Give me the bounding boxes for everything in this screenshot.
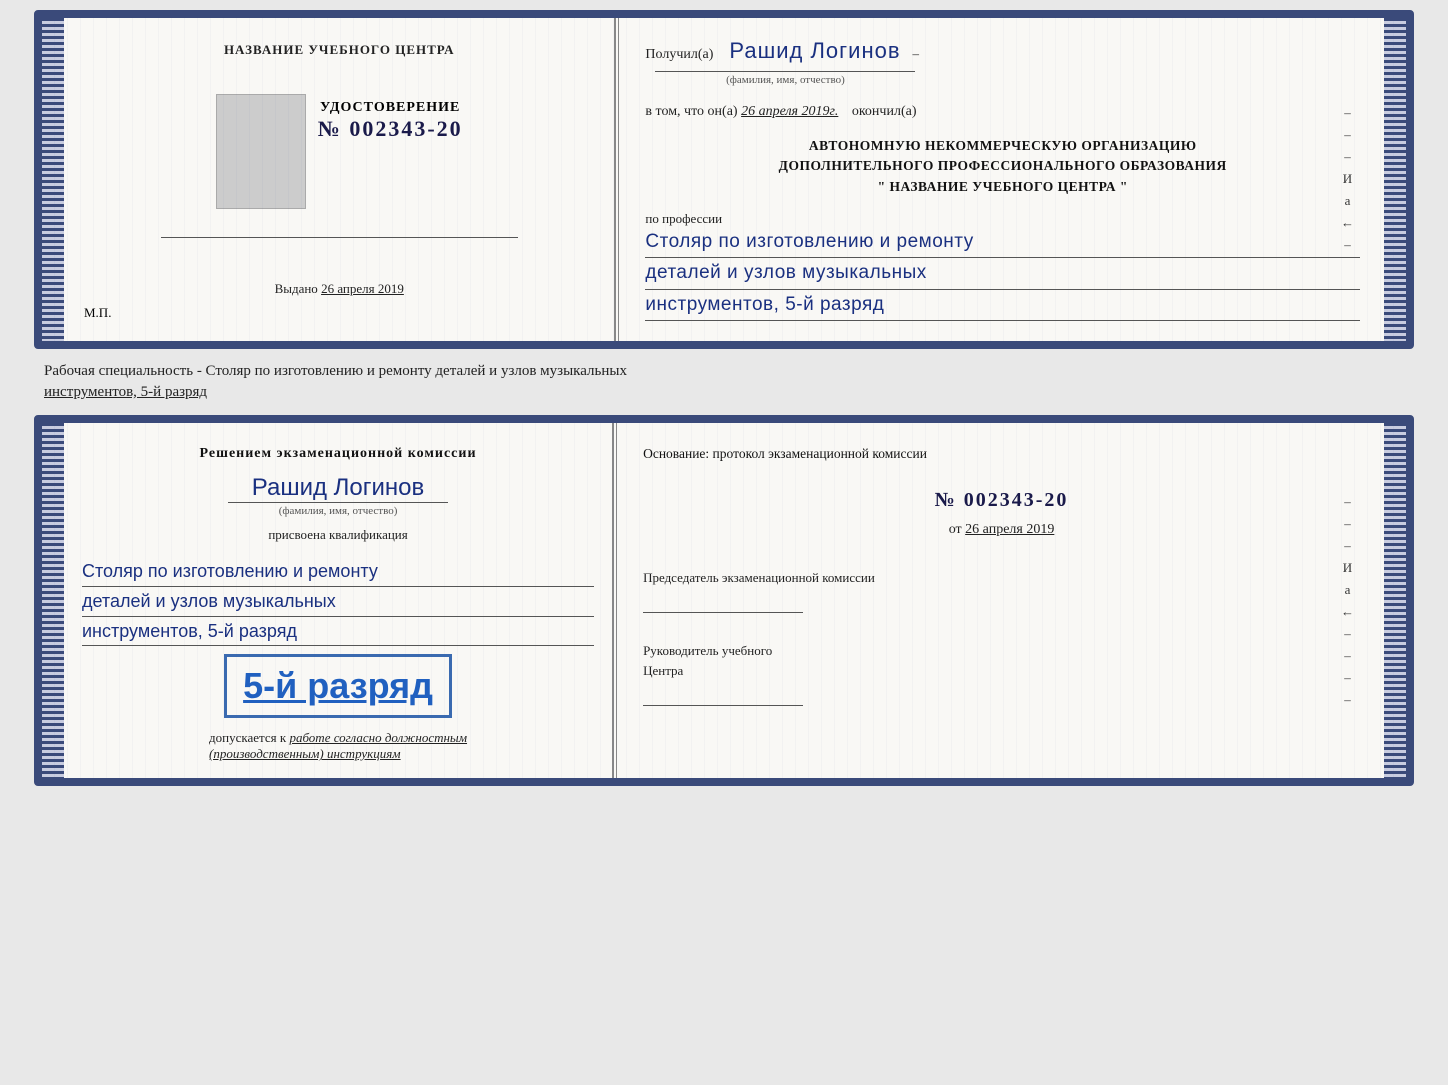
right-marks-2: – – – И а ← – – – –: [1341, 494, 1354, 708]
profession-block-1: по профессии Столяр по изготовлению и ре…: [645, 211, 1360, 321]
specialty-text: Рабочая специальность - Столяр по изгото…: [34, 357, 1414, 407]
tsentra-label: Центра: [643, 661, 1360, 681]
card-divider: [618, 18, 619, 341]
issued-line: Выдано 26 апреля 2019: [275, 261, 404, 297]
osnov-label: Основание: протокол экзаменационной коми…: [643, 446, 927, 461]
org-block: АВТОНОМНУЮ НЕКОММЕРЧЕСКУЮ ОРГАНИЗАЦИЮ ДО…: [645, 136, 1360, 197]
dopusk-prefix: допускается к: [209, 730, 286, 745]
vtom-row: в том, что он(а) 26 апреля 2019г. окончи…: [645, 104, 1360, 120]
dopusk-block: допускается к работе согласно должностны…: [209, 730, 467, 762]
card2-left-panel: Решением экзаменационной комиссии Рашид …: [64, 423, 614, 778]
prof-line3-1: инструментов, 5-й разряд: [645, 290, 1360, 321]
specialty-prefix: Рабочая специальность - Столяр по изгото…: [44, 363, 627, 379]
card-divider-2: [616, 423, 617, 778]
school-name-title: НАЗВАНИЕ УЧЕБНОГО ЦЕНТРА: [224, 42, 455, 58]
person-name-2: Рашид Логинов: [252, 474, 425, 502]
osnov-block: Основание: протокол экзаменационной коми…: [643, 443, 1360, 465]
big-rank-box: 5-й разряд: [224, 654, 452, 718]
card1-left-panel: НАЗВАНИЕ УЧЕБНОГО ЦЕНТРА УДОСТОВЕРЕНИЕ №…: [64, 18, 616, 341]
chairman-block: Председатель экзаменационной комиссии: [643, 568, 1360, 620]
received-label: Получил(а): [645, 47, 713, 63]
right-marks-1: – – – И а ← –: [1341, 105, 1354, 253]
decision-label: Решением экзаменационной комиссии: [200, 443, 477, 464]
issued-date: 26 апреля 2019: [321, 281, 404, 296]
protocol-number: № 002343-20: [643, 489, 1360, 512]
issued-label: Выдано: [275, 281, 318, 296]
rukovoditel-block: Руководитель учебного Центра: [643, 641, 1360, 712]
ot-date-val: 26 апреля 2019: [965, 522, 1054, 537]
chairman-label: Председатель экзаменационной комиссии: [643, 568, 1360, 588]
rukovoditel-label: Руководитель учебного: [643, 641, 1360, 661]
vtom-prefix: в том, что он(а): [645, 104, 737, 119]
prof-line1-1: Столяр по изготовлению и ремонту: [645, 227, 1360, 258]
cert-block: УДОСТОВЕРЕНИЕ № 002343-20: [318, 100, 463, 142]
chairman-signature: [643, 593, 803, 613]
qual-line1: Столяр по изготовлению и ремонту: [82, 557, 594, 587]
mp-line: М.П.: [84, 305, 111, 321]
left-binding-edge: [42, 18, 64, 341]
vtom-suffix: окончил(а): [852, 104, 917, 119]
org-line2: ДОПОЛНИТЕЛЬНОГО ПРОФЕССИОНАЛЬНОГО ОБРАЗО…: [645, 156, 1360, 176]
cert-label: УДОСТОВЕРЕНИЕ: [318, 100, 463, 116]
profession-block-2: Столяр по изготовлению и ремонту деталей…: [82, 557, 594, 646]
fio-label-1: (фамилия, имя, отчество): [655, 71, 915, 86]
qual-line2: деталей и узлов музыкальных: [82, 587, 594, 617]
dopusk-cursive: работе согласно должностным: [289, 730, 467, 745]
right-binding-edge-1: [1384, 18, 1406, 341]
card1-right-panel: Получил(а) Рашид Логинов – (фамилия, имя…: [621, 18, 1384, 341]
qual-line3: инструментов, 5-й разряд: [82, 617, 594, 647]
received-row: Получил(а) Рашид Логинов –: [645, 38, 1360, 65]
cert-number: № 002343-20: [318, 116, 463, 142]
card-inner-2: Решением экзаменационной комиссии Рашид …: [64, 423, 1384, 778]
org-line3: " НАЗВАНИЕ УЧЕБНОГО ЦЕНТРА ": [645, 177, 1360, 197]
ot-date-row: от 26 апреля 2019: [643, 522, 1360, 538]
rukovoditel-signature: [643, 686, 803, 706]
prof-line2-1: деталей и узлов музыкальных: [645, 258, 1360, 289]
left-binding-edge-2: [42, 423, 64, 778]
received-name: Рашид Логинов: [729, 38, 900, 64]
ot-prefix: от: [949, 522, 962, 537]
prisvoena-text: присвоена квалификация: [268, 527, 407, 543]
po-professii-1: по профессии: [645, 211, 1360, 227]
big-rank-text: 5-й разряд: [243, 665, 433, 707]
fio-label-2: (фамилия, имя, отчество): [228, 502, 448, 517]
dash-after-name: –: [913, 46, 920, 62]
specialty-underlined: инструментов, 5-й разряд: [44, 384, 207, 400]
right-binding-edge-2: [1384, 423, 1406, 778]
org-line1: АВТОНОМНУЮ НЕКОММЕРЧЕСКУЮ ОРГАНИЗАЦИЮ: [645, 136, 1360, 156]
document-card-2: Решением экзаменационной комиссии Рашид …: [34, 415, 1414, 786]
vtom-date: 26 апреля 2019г.: [741, 104, 838, 119]
card2-right-panel: Основание: протокол экзаменационной коми…: [619, 423, 1384, 778]
document-card-1: НАЗВАНИЕ УЧЕБНОГО ЦЕНТРА УДОСТОВЕРЕНИЕ №…: [34, 10, 1414, 349]
card-inner-1: НАЗВАНИЕ УЧЕБНОГО ЦЕНТРА УДОСТОВЕРЕНИЕ №…: [64, 18, 1384, 341]
dopusk-cursive2: (производственным) инструкциям: [209, 746, 401, 761]
photo-placeholder: [216, 94, 306, 209]
